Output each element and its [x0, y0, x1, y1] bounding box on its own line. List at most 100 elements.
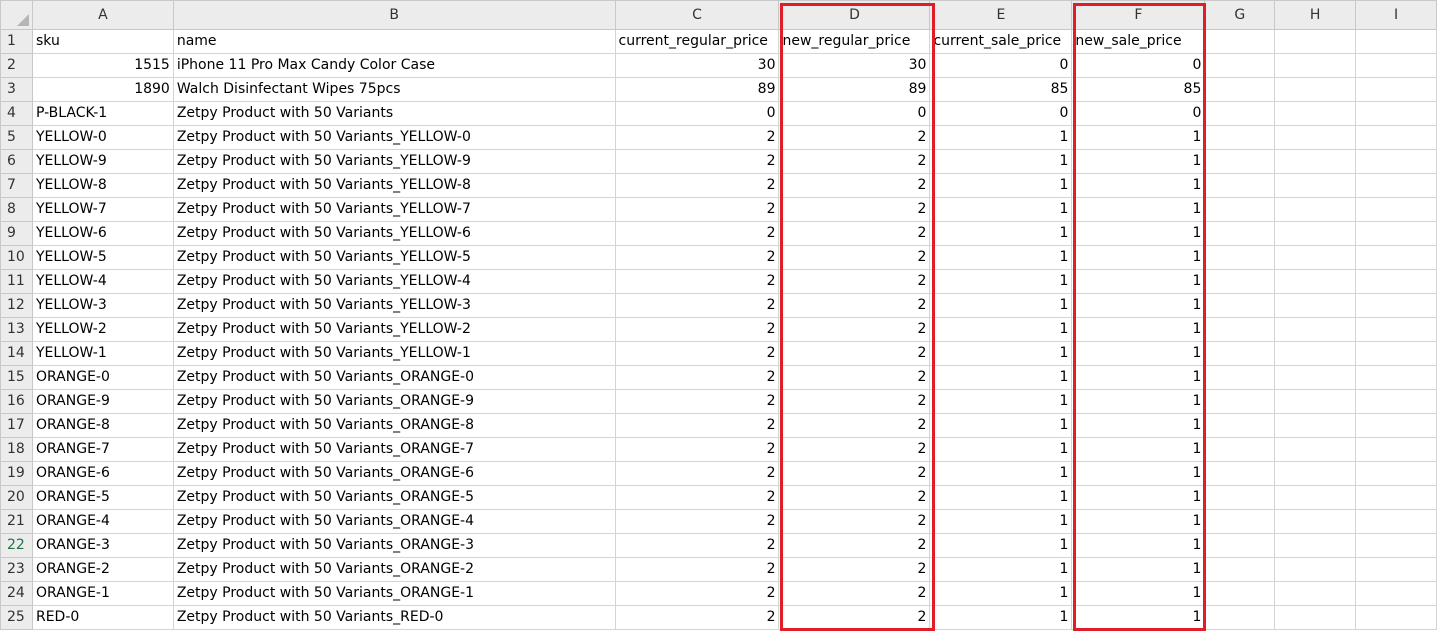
cell-new-sale-price[interactable]: 1	[1071, 581, 1206, 606]
cell-current-regular-price[interactable]: 2	[614, 125, 780, 150]
cell-current-sale-price[interactable]: current_sale_price	[929, 29, 1073, 54]
cell-current-regular-price[interactable]: 2	[614, 269, 780, 294]
cell-empty-i[interactable]	[1355, 533, 1437, 558]
cell-empty-h[interactable]	[1274, 413, 1357, 438]
cell-empty-i[interactable]	[1355, 197, 1437, 222]
cell-empty-g[interactable]	[1204, 317, 1276, 342]
cell-new-sale-price[interactable]: 1	[1071, 557, 1206, 582]
cell-empty-i[interactable]	[1355, 221, 1437, 246]
cell-new-sale-price[interactable]: 1	[1071, 173, 1206, 198]
cell-sku[interactable]: ORANGE-3	[31, 533, 174, 558]
cell-empty-g[interactable]	[1204, 293, 1276, 318]
cell-new-regular-price[interactable]: 2	[778, 173, 931, 198]
cell-new-sale-price[interactable]: 1	[1071, 461, 1206, 486]
cell-empty-g[interactable]	[1204, 365, 1276, 390]
cell-empty-g[interactable]	[1204, 101, 1276, 126]
cell-empty-h[interactable]	[1274, 77, 1357, 102]
cell-new-sale-price[interactable]: 1	[1071, 197, 1206, 222]
cell-new-regular-price[interactable]: 2	[778, 461, 931, 486]
cell-sku[interactable]: 1515	[31, 53, 174, 78]
cell-empty-h[interactable]	[1274, 365, 1357, 390]
cell-new-sale-price[interactable]: 1	[1071, 245, 1206, 270]
row-header[interactable]: 19	[0, 461, 33, 486]
cell-empty-h[interactable]	[1274, 221, 1357, 246]
column-header-g[interactable]: G	[1204, 0, 1276, 30]
cell-empty-i[interactable]	[1355, 341, 1437, 366]
cell-current-regular-price[interactable]: 89	[614, 77, 780, 102]
cell-sku[interactable]: YELLOW-9	[31, 149, 174, 174]
cell-name[interactable]: Zetpy Product with 50 Variants_ORANGE-1	[172, 581, 616, 606]
cell-sku[interactable]: YELLOW-8	[31, 173, 174, 198]
cell-new-sale-price[interactable]: 0	[1071, 101, 1206, 126]
row-header[interactable]: 6	[0, 149, 33, 174]
cell-sku[interactable]: YELLOW-2	[31, 317, 174, 342]
cell-new-regular-price[interactable]: 2	[778, 581, 931, 606]
cell-empty-g[interactable]	[1204, 605, 1276, 630]
cell-current-regular-price[interactable]: 2	[614, 557, 780, 582]
row-header[interactable]: 22	[0, 533, 33, 558]
cell-new-regular-price[interactable]: 30	[778, 53, 931, 78]
cell-empty-h[interactable]	[1274, 461, 1357, 486]
cell-sku[interactable]: YELLOW-5	[31, 245, 174, 270]
cell-sku[interactable]: YELLOW-6	[31, 221, 174, 246]
cell-empty-h[interactable]	[1274, 125, 1357, 150]
cell-empty-h[interactable]	[1274, 245, 1357, 270]
cell-sku[interactable]: ORANGE-5	[31, 485, 174, 510]
cell-new-sale-price[interactable]: 1	[1071, 437, 1206, 462]
row-header[interactable]: 8	[0, 197, 33, 222]
cell-empty-g[interactable]	[1204, 53, 1276, 78]
cell-empty-h[interactable]	[1274, 389, 1357, 414]
cell-sku[interactable]: ORANGE-4	[31, 509, 174, 534]
cell-new-regular-price[interactable]: 2	[778, 341, 931, 366]
cell-current-regular-price[interactable]: 2	[614, 149, 780, 174]
cell-sku[interactable]: YELLOW-3	[31, 293, 174, 318]
cell-new-sale-price[interactable]: 1	[1071, 509, 1206, 534]
cell-current-sale-price[interactable]: 85	[929, 77, 1073, 102]
cell-sku[interactable]: YELLOW-7	[31, 197, 174, 222]
cell-empty-i[interactable]	[1355, 605, 1437, 630]
cell-current-regular-price[interactable]: 2	[614, 221, 780, 246]
cell-empty-i[interactable]	[1355, 365, 1437, 390]
cell-new-sale-price[interactable]: 1	[1071, 125, 1206, 150]
row-header[interactable]: 24	[0, 581, 33, 606]
cell-new-regular-price[interactable]: 89	[778, 77, 931, 102]
cell-current-regular-price[interactable]: 2	[614, 581, 780, 606]
cell-sku[interactable]: ORANGE-7	[31, 437, 174, 462]
cell-empty-i[interactable]	[1355, 125, 1437, 150]
cell-current-sale-price[interactable]: 1	[929, 221, 1073, 246]
cell-empty-g[interactable]	[1204, 437, 1276, 462]
cell-new-sale-price[interactable]: 1	[1071, 149, 1206, 174]
cell-new-sale-price[interactable]: 1	[1071, 341, 1206, 366]
cell-current-sale-price[interactable]: 0	[929, 53, 1073, 78]
cell-name[interactable]: Zetpy Product with 50 Variants_ORANGE-3	[172, 533, 616, 558]
cell-empty-i[interactable]	[1355, 77, 1437, 102]
cell-name[interactable]: Zetpy Product with 50 Variants_YELLOW-0	[172, 125, 616, 150]
cell-empty-g[interactable]	[1204, 245, 1276, 270]
row-header[interactable]: 25	[0, 605, 33, 630]
cell-name[interactable]: Zetpy Product with 50 Variants_ORANGE-5	[172, 485, 616, 510]
cell-new-sale-price[interactable]: 85	[1071, 77, 1206, 102]
cell-empty-i[interactable]	[1355, 485, 1437, 510]
row-header[interactable]: 18	[0, 437, 33, 462]
cell-name[interactable]: Walch Disinfectant Wipes 75pcs	[172, 77, 616, 102]
cell-name[interactable]: Zetpy Product with 50 Variants_YELLOW-7	[172, 197, 616, 222]
cell-empty-i[interactable]	[1355, 293, 1437, 318]
cell-empty-h[interactable]	[1274, 581, 1357, 606]
cell-empty-g[interactable]	[1204, 533, 1276, 558]
column-header-e[interactable]: E	[929, 0, 1073, 30]
row-header[interactable]: 2	[0, 53, 33, 78]
row-header[interactable]: 10	[0, 245, 33, 270]
column-header-c[interactable]: C	[614, 0, 780, 30]
cell-empty-h[interactable]	[1274, 341, 1357, 366]
cell-current-regular-price[interactable]: 2	[614, 509, 780, 534]
cell-empty-i[interactable]	[1355, 317, 1437, 342]
cell-empty-g[interactable]	[1204, 581, 1276, 606]
cell-sku[interactable]: P-BLACK-1	[31, 101, 174, 126]
cell-empty-h[interactable]	[1274, 53, 1357, 78]
cell-new-sale-price[interactable]: 1	[1071, 533, 1206, 558]
cell-empty-h[interactable]	[1274, 293, 1357, 318]
cell-empty-h[interactable]	[1274, 173, 1357, 198]
cell-new-regular-price[interactable]: 2	[778, 269, 931, 294]
cell-current-sale-price[interactable]: 1	[929, 245, 1073, 270]
cell-new-sale-price[interactable]: 1	[1071, 269, 1206, 294]
